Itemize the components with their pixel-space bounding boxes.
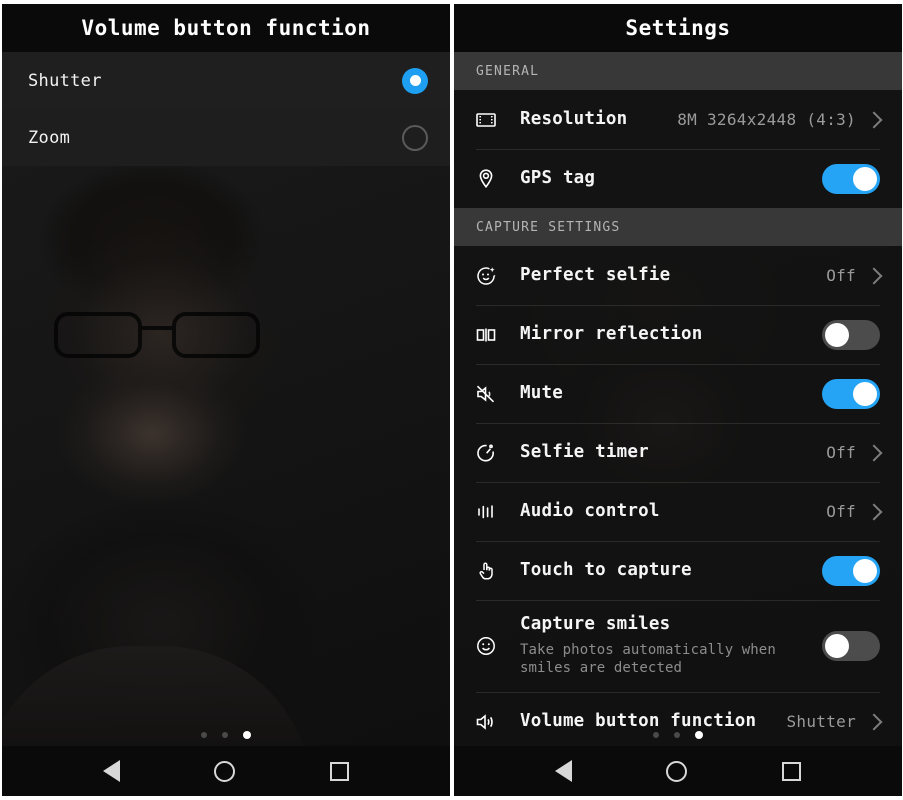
home-circle-icon: [666, 760, 688, 782]
section-header-general: GENERAL: [454, 52, 902, 90]
recents-square-icon: [329, 761, 349, 781]
setting-row-touch-to-capture[interactable]: Touch to capture: [454, 541, 902, 600]
recents-button[interactable]: [329, 761, 349, 781]
page-dot-active[interactable]: [695, 731, 703, 739]
setting-row-selfie-timer[interactable]: Selfie timer Off: [454, 423, 902, 482]
back-triangle-icon: [555, 760, 573, 782]
location-pin-icon: [474, 167, 520, 191]
section-header-capture-settings: CAPTURE SETTINGS: [454, 208, 902, 246]
left-bottom-area: [2, 724, 450, 796]
setting-row-capture-smiles[interactable]: Capture smiles Take photos automatically…: [454, 600, 902, 692]
volume-button-option-list: Shutter Zoom: [2, 52, 450, 166]
toggle-capture-smiles[interactable]: [822, 631, 880, 661]
mute-speaker-icon: [474, 382, 520, 406]
left-phone-panel: Volume button function Shutter Zoom: [2, 4, 450, 796]
back-triangle-icon: [103, 760, 121, 782]
toggle-gps-tag[interactable]: [822, 163, 880, 194]
chevron-right-icon: [865, 111, 883, 128]
chevron-right-icon: [865, 444, 883, 461]
setting-text-audio-control: Audio control: [520, 501, 826, 523]
setting-title-perfect-selfie: Perfect selfie: [520, 264, 671, 285]
setting-row-mirror-reflection[interactable]: Mirror reflection: [454, 305, 902, 364]
chevron-right-icon: [865, 267, 883, 284]
radio-selected-icon[interactable]: [402, 67, 428, 94]
perfect-selfie-icon: [474, 264, 520, 288]
preview-glasses: [44, 304, 279, 366]
setting-text-perfect-selfie: Perfect selfie: [520, 265, 826, 287]
setting-text-capture-smiles: Capture smiles Take photos automatically…: [520, 614, 822, 678]
setting-row-audio-control[interactable]: Audio control Off: [454, 482, 902, 541]
setting-title-mirror-reflection: Mirror reflection: [520, 323, 703, 344]
setting-title-touch-to-capture: Touch to capture: [520, 559, 692, 580]
setting-row-mute[interactable]: Mute: [454, 364, 902, 423]
setting-text-touch-to-capture: Touch to capture: [520, 560, 822, 582]
toggle-touch-to-capture[interactable]: [822, 555, 880, 586]
setting-text-selfie-timer: Selfie timer: [520, 442, 826, 464]
option-label-zoom: Zoom: [28, 127, 71, 148]
option-row-zoom[interactable]: Zoom: [2, 109, 450, 166]
film-frame-icon: [474, 108, 520, 132]
chevron-right-icon: [865, 503, 883, 520]
toggle-mirror-reflection[interactable]: [822, 319, 880, 350]
back-button[interactable]: [103, 760, 121, 782]
setting-title-gps-tag: GPS tag: [520, 167, 596, 188]
left-android-navbar: [2, 746, 450, 796]
page-dot-active[interactable]: [243, 731, 251, 739]
recents-square-icon: [781, 761, 801, 781]
home-button[interactable]: [214, 760, 236, 782]
setting-title-selfie-timer: Selfie timer: [520, 441, 649, 462]
recents-button[interactable]: [781, 761, 801, 781]
option-row-shutter[interactable]: Shutter: [2, 52, 450, 109]
page-dot[interactable]: [653, 732, 659, 738]
setting-value-perfect-selfie: Off: [826, 266, 856, 285]
right-phone-panel: Settings GENERAL Resolution 8M 3264x2448…: [454, 4, 902, 796]
home-circle-icon: [214, 760, 236, 782]
setting-row-gps-tag[interactable]: GPS tag: [454, 149, 902, 208]
right-page-indicator: [454, 724, 902, 746]
back-button[interactable]: [555, 760, 573, 782]
mirror-reflection-icon: [474, 323, 520, 347]
right-bottom-area: [454, 724, 902, 796]
setting-title-mute: Mute: [520, 382, 563, 403]
home-button[interactable]: [666, 760, 688, 782]
setting-title-audio-control: Audio control: [520, 500, 660, 521]
setting-title-resolution: Resolution: [520, 108, 628, 129]
toggle-mute[interactable]: [822, 378, 880, 409]
setting-title-capture-smiles: Capture smiles: [520, 614, 671, 635]
option-label-shutter: Shutter: [28, 70, 102, 91]
setting-text-gps-tag: GPS tag: [520, 168, 822, 190]
setting-text-resolution: Resolution: [520, 109, 677, 131]
right-android-navbar: [454, 746, 902, 796]
setting-text-mirror-reflection: Mirror reflection: [520, 324, 822, 346]
page-dot[interactable]: [222, 732, 228, 738]
settings-list: GENERAL Resolution 8M 3264x2448 (4:3) GP…: [454, 52, 902, 750]
left-page-indicator: [2, 724, 450, 746]
setting-subtitle-capture-smiles: Take photos automatically when smiles ar…: [520, 641, 776, 677]
left-page-title: Volume button function: [2, 4, 450, 52]
radio-unselected-icon[interactable]: [402, 124, 428, 151]
smiley-face-icon: [474, 634, 520, 658]
equalizer-bars-icon: [474, 500, 520, 524]
setting-row-perfect-selfie[interactable]: Perfect selfie Off: [454, 246, 902, 305]
setting-value-selfie-timer: Off: [826, 443, 856, 462]
page-dot[interactable]: [201, 732, 207, 738]
pointing-hand-icon: [474, 559, 520, 583]
dual-screenshot-composite: Volume button function Shutter Zoom Sett…: [0, 0, 903, 800]
page-dot[interactable]: [674, 732, 680, 738]
right-page-title: Settings: [454, 4, 902, 52]
setting-value-resolution: 8M 3264x2448 (4:3): [677, 110, 856, 129]
stopwatch-icon: [474, 441, 520, 465]
setting-text-mute: Mute: [520, 383, 822, 405]
setting-value-audio-control: Off: [826, 502, 856, 521]
setting-row-resolution[interactable]: Resolution 8M 3264x2448 (4:3): [454, 90, 902, 149]
